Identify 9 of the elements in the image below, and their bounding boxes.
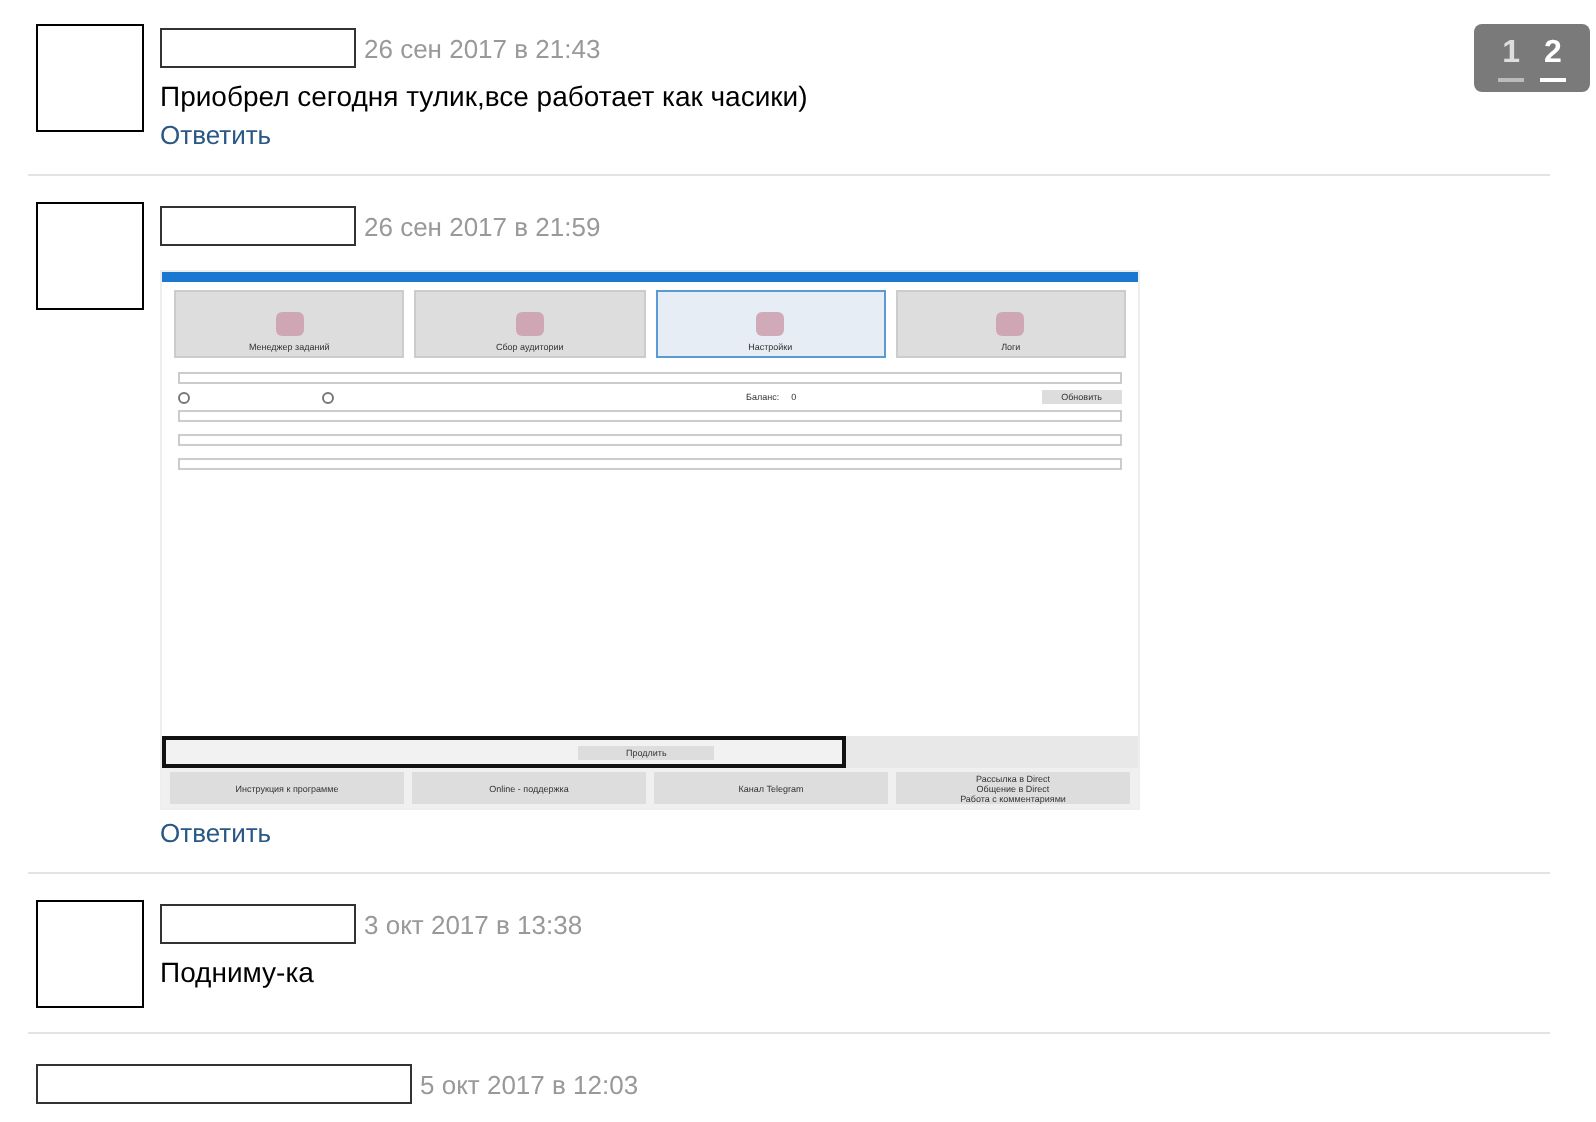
- comment-date: 5 окт 2017 в 12:03: [420, 1069, 639, 1099]
- comment-text: Подниму-ка: [160, 956, 316, 988]
- comment-date: 26 сен 2017 в 21:43: [364, 33, 601, 63]
- reply-link[interactable]: Ответить: [160, 818, 1140, 848]
- comment-date: 26 сен 2017 в 21:59: [364, 211, 601, 241]
- comment-date: 3 окт 2017 в 13:38: [364, 909, 583, 939]
- comment-text: Приобрел сегодня тулик,все работает как часики): [160, 80, 808, 112]
- reply-link[interactable]: Ответить: [160, 120, 808, 150]
- page-link[interactable]: 2: [1540, 35, 1566, 81]
